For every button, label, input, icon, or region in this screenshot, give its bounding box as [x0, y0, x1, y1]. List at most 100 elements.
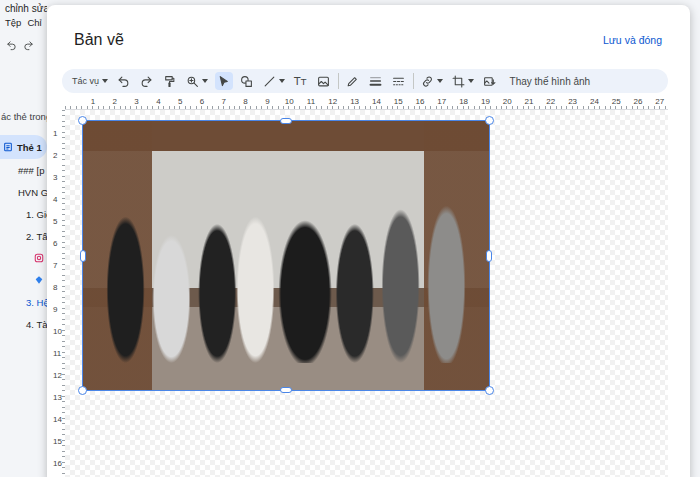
redo-icon: [23, 40, 34, 51]
toolbar-item-body: [369, 75, 382, 88]
toolbar-item-body: [186, 75, 199, 88]
toolbar-item-body: [163, 75, 176, 88]
menu-button[interactable]: Tác vụ: [70, 72, 110, 90]
ruler-number: 20: [503, 97, 512, 106]
ruler-number: 4: [53, 195, 57, 204]
resize-handle[interactable]: [486, 250, 492, 262]
pen-button[interactable]: [344, 72, 362, 90]
ruler-number: 22: [546, 97, 555, 106]
toolbar-item-body: Tác vụ: [72, 76, 99, 86]
resize-handle[interactable]: [80, 250, 86, 262]
ruler-number: 11: [53, 349, 61, 358]
resize-handle[interactable]: [78, 116, 87, 125]
outline-text: HVN GR: [18, 187, 47, 198]
outline-item[interactable]: 3. Hệ: [0, 291, 47, 313]
toolbar-item-body: [240, 75, 253, 88]
toolbar-item-body: [421, 75, 434, 88]
toolbar-item-body: [117, 75, 130, 88]
dropdown-caret-icon[interactable]: [437, 79, 443, 83]
outline-item[interactable]: ### [p: [0, 159, 47, 181]
dropdown-caret-icon[interactable]: [468, 79, 474, 83]
toolbar-label: Tт: [294, 75, 307, 87]
menu-item[interactable]: Tệp: [5, 16, 21, 30]
team-photo[interactable]: [83, 121, 489, 390]
resize-handle[interactable]: [485, 116, 494, 125]
ruler-number: 10: [285, 97, 294, 106]
textbox-button[interactable]: Tт: [292, 72, 310, 90]
resize-handle[interactable]: [280, 118, 292, 124]
outline-heading: ác thẻ trong: [0, 110, 47, 124]
save-and-close-button[interactable]: Lưu và đóng: [599, 32, 666, 48]
crop-button[interactable]: [450, 72, 476, 90]
shape-button[interactable]: [238, 72, 256, 90]
ruler-number: 5: [53, 217, 57, 226]
select-button[interactable]: [215, 72, 233, 90]
toolbar-separator: [338, 73, 339, 89]
outline-list: Thẻ 1 ### [p HVN GR 1. Giớ 2. Tấ 3. Hệ 4. Tài: [0, 135, 47, 335]
outline-item[interactable]: [0, 269, 47, 291]
ruler-number: 23: [568, 97, 577, 106]
outline-item[interactable]: [0, 247, 47, 269]
drawing-canvas[interactable]: [65, 110, 668, 477]
ruler-number: 9: [265, 97, 269, 106]
horizontal-ruler-row: 1234567891011121314151617181920212223242…: [47, 97, 690, 110]
ruler-number: 6: [53, 239, 57, 248]
replace-image-button[interactable]: [481, 72, 499, 90]
outline-text: 2. Tấ: [26, 231, 47, 242]
outline-item[interactable]: 4. Tài: [0, 313, 47, 335]
doc-toolbar: [0, 38, 47, 52]
outline-text: Thẻ 1: [17, 142, 42, 153]
ruler-number: 12: [328, 97, 337, 106]
ruler-number: 21: [525, 97, 534, 106]
dropdown-caret-slot: [437, 79, 443, 83]
ruler-number: 9: [53, 305, 57, 314]
menu-item[interactable]: Chỉ: [27, 16, 41, 30]
link-button[interactable]: [419, 72, 445, 90]
ruler-number: 18: [459, 97, 468, 106]
redo-button[interactable]: [138, 72, 156, 90]
toolbar-item-body: [217, 75, 230, 88]
dropdown-caret-icon[interactable]: [102, 79, 108, 83]
toolbar-label: Thay thế hình ảnh: [506, 76, 591, 87]
ruler-number: 26: [634, 97, 643, 106]
outline-item[interactable]: Thẻ 1: [0, 135, 47, 159]
line-dash-button[interactable]: [390, 72, 408, 90]
toolbar-item-body: [140, 75, 153, 88]
dropdown-caret-icon[interactable]: [202, 79, 208, 83]
menu-bar: Tệp Chỉ: [0, 16, 47, 30]
paint-format-icon: [163, 75, 176, 88]
paint-format-button[interactable]: [161, 72, 179, 90]
ruler-number: 24: [590, 97, 599, 106]
ruler-number: 15: [53, 437, 62, 446]
line-weight-button[interactable]: [367, 72, 385, 90]
resize-handle[interactable]: [485, 386, 494, 395]
ruler-number: 6: [200, 97, 204, 106]
zoom-button[interactable]: [184, 72, 210, 90]
toolbar-item-body: [483, 75, 496, 88]
resize-handle[interactable]: [78, 386, 87, 395]
outline-item[interactable]: 1. Giớ: [0, 203, 47, 225]
redo-icon: [140, 75, 153, 88]
image-icon: [317, 75, 330, 88]
resize-handle[interactable]: [280, 387, 292, 393]
select-icon: [217, 75, 230, 88]
toolbar-separator: [413, 73, 414, 89]
diamond-icon: [34, 275, 44, 285]
ruler-number: 14: [53, 415, 62, 424]
document-title[interactable]: chỉnh sửa: [0, 2, 47, 16]
outline-text: 3. Hệ: [26, 297, 47, 308]
shape-icon: [240, 75, 253, 88]
dialog-header: Bản vẽLưu và đóng: [47, 5, 690, 51]
line-dash-icon: [392, 75, 405, 88]
pen-icon: [346, 75, 359, 88]
undo-button[interactable]: [115, 72, 133, 90]
text-button[interactable]: Thay thế hình ảnh: [504, 72, 594, 90]
outline-item[interactable]: 2. Tấ: [0, 225, 47, 247]
selection-frame[interactable]: [82, 120, 490, 391]
outline-item[interactable]: HVN GR: [0, 181, 47, 203]
ruler-number: 14: [372, 97, 381, 106]
line-button[interactable]: [261, 72, 287, 90]
image-button[interactable]: [315, 72, 333, 90]
dropdown-caret-icon[interactable]: [279, 79, 285, 83]
ruler-number: 8: [243, 97, 247, 106]
